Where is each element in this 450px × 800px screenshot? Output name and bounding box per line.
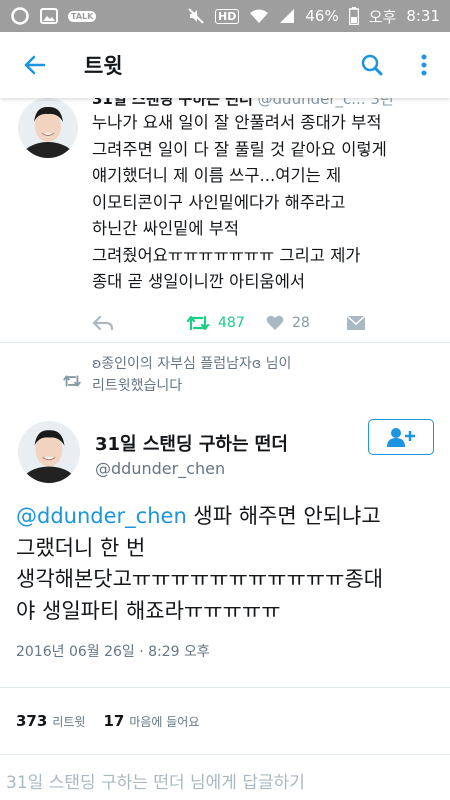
reply-icon	[92, 315, 114, 331]
signal-icon	[279, 8, 295, 24]
search-icon	[361, 54, 383, 76]
text-line: 생각해본닷고ㅠㅠㅠㅠㅠㅠㅠㅠㅠㅠㅠ종대	[16, 567, 384, 591]
kakaotalk-icon: TALK	[68, 10, 97, 22]
wifi-icon	[249, 8, 269, 24]
text-line: @ddunder_chen 생파 해주면 안되냐고	[16, 501, 432, 533]
profile-photo	[18, 98, 78, 158]
tweet-age: 3년	[370, 98, 394, 108]
author-name[interactable]: 31일 스탠딩 구하는 떤더	[95, 430, 288, 456]
retweeter-name: ʚ종인이의 자부심 플럼남자ɞ 님이	[92, 356, 292, 372]
text-line: 하닌간 싸인밑에 부적	[92, 219, 240, 238]
retweet-notice: 리트윗했습니다	[92, 378, 183, 394]
text-line: 누나가 요새 일이 잘 안풀려서 종대가 부적	[92, 113, 382, 132]
text-line: 그랬더니 한 번	[16, 535, 146, 560]
heart-icon	[266, 315, 284, 330]
direct-message-button[interactable]	[346, 315, 366, 331]
tweet-stats: 373 리트윗 17 마음에 들어요	[0, 687, 450, 755]
hd-voice-icon: HD	[215, 8, 240, 24]
retweet-icon	[63, 375, 81, 387]
author-handle[interactable]: @ddunder_chen	[95, 459, 225, 478]
back-arrow-icon	[24, 55, 46, 75]
reply-button[interactable]	[92, 315, 186, 331]
profile-photo	[18, 421, 80, 483]
envelope-icon	[346, 315, 366, 330]
mention-link[interactable]: @ddunder_chen	[16, 504, 187, 528]
avatar[interactable]	[18, 98, 78, 158]
text-line: 이모티콘이구 사인밑에다가 해주라고	[92, 192, 346, 212]
reply-input[interactable]: 31일 스탠딩 구하는 떤더 님에게 답글하기	[0, 755, 450, 800]
text-line: 그려주면 일이 다 잘 풀릴 것 같아요 이렇게	[92, 139, 387, 159]
text-line: 종대 곧 생일이니깐 아티움에서	[92, 272, 306, 291]
retweet-count: 487	[218, 315, 245, 331]
retweet-indicator	[62, 373, 82, 392]
page-title: 트윗	[84, 54, 123, 78]
gallery-icon	[40, 8, 58, 24]
like-count: 28	[292, 315, 310, 331]
clock-ampm: 오후	[368, 7, 397, 26]
like-button[interactable]: 28	[266, 315, 346, 331]
previous-tweet-header: 31일 스탠딩 구하는 떤더 @ddunder_c... 3년	[92, 98, 394, 109]
retweet-icon	[186, 315, 210, 331]
clock-time: 8:31	[406, 7, 440, 25]
retweet-button[interactable]: 487	[186, 314, 266, 332]
tweet-timestamp: 2016년 06월 26일 · 8:29 오후	[16, 644, 210, 660]
battery-percent: 46%	[305, 7, 339, 25]
search-button[interactable]	[346, 32, 398, 98]
main-tweet-header: 31일 스탠딩 구하는 떤더 @ddunder_chen	[0, 411, 450, 499]
notification-app-icon	[10, 6, 30, 26]
overflow-menu-button[interactable]	[398, 32, 450, 98]
retweet-total-label[interactable]: 리트윗	[52, 713, 85, 730]
tweet-actions: 487 28	[92, 308, 392, 338]
author-handle: @ddunder_c...	[257, 98, 366, 108]
retweeted-by-banner[interactable]: ʚ종인이의 자부심 플럼남자ɞ 님이 리트윗했습니다	[0, 343, 450, 411]
mute-icon	[187, 7, 205, 25]
more-vertical-icon	[421, 54, 427, 76]
retweeted-by-text: ʚ종인이의 자부심 플럼남자ɞ 님이 리트윗했습니다	[92, 353, 372, 397]
follow-button[interactable]	[368, 419, 434, 455]
back-button[interactable]	[0, 32, 70, 98]
previous-tweet[interactable]: 31일 스탠딩 구하는 떤더 @ddunder_c... 3년 누나가 요새 일…	[0, 98, 450, 343]
battery-icon	[348, 7, 359, 25]
app-bar: 트윗	[0, 32, 450, 98]
like-total-label[interactable]: 마음에 들어요	[129, 713, 199, 730]
text-line: 야 생일파티 해죠라ㅠㅠㅠㅠㅠ	[16, 598, 281, 623]
avatar[interactable]	[18, 421, 80, 483]
like-total[interactable]: 17	[103, 712, 124, 730]
text-line: 얘기했더니 제 이름 쓰구...여기는 제	[92, 166, 342, 185]
status-bar: TALK HD 46% 오후 8:31	[0, 0, 450, 32]
tweet-detail-content[interactable]: 31일 스탠딩 구하는 떤더 @ddunder_c... 3년 누나가 요새 일…	[0, 98, 450, 800]
retweet-total[interactable]: 373	[16, 712, 47, 730]
previous-tweet-text: 누나가 요새 일이 잘 안풀려서 종대가 부적 그려주면 일이 다 잘 풀릴 것…	[92, 110, 432, 296]
add-user-icon	[387, 428, 415, 447]
author-name: 31일 스탠딩 구하는 떤더	[92, 98, 253, 108]
main-tweet-text: @ddunder_chen 생파 해주면 안되냐고 그랬더니 한 번 생각해본닷…	[0, 499, 450, 627]
text-segment: 생파 해주면 안되냐고	[186, 504, 381, 528]
text-line: 그려줬어요ㅠㅠㅠㅠㅠㅠㅠ 그리고 제가	[92, 245, 361, 265]
